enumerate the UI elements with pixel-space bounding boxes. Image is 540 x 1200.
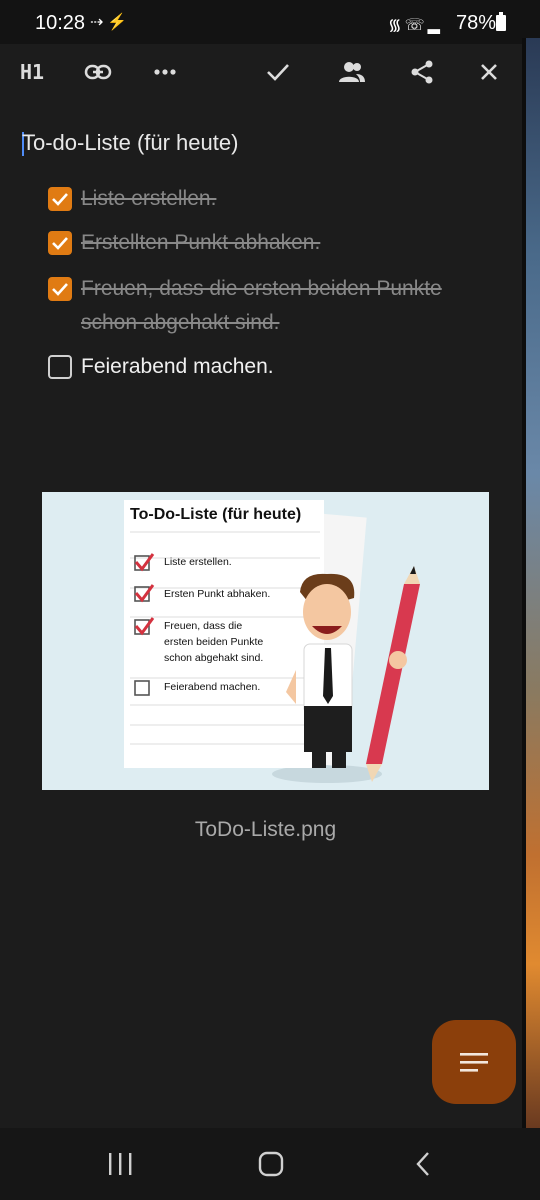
home-icon[interactable]: [246, 1146, 296, 1182]
unchecked-checkbox-icon[interactable]: [48, 355, 72, 379]
status-bar: 10:28 ⇢⚡ ᯾☏▂ 78%: [0, 0, 540, 44]
image-caption: ToDo-Liste.png: [194, 818, 337, 841]
battery-icon: [496, 12, 506, 31]
checked-checkbox-icon[interactable]: [48, 231, 72, 255]
more-icon[interactable]: [145, 54, 185, 90]
back-icon[interactable]: [398, 1146, 448, 1182]
link-icon[interactable]: [78, 54, 118, 90]
recent-apps-icon[interactable]: [95, 1146, 145, 1182]
image-item-text: ersten beiden Punkte: [164, 636, 264, 648]
todo-item-text: Feierabend machen.: [81, 355, 274, 378]
image-item-text: Ersten Punkt abhaken.: [164, 588, 271, 600]
status-time: 10:28: [35, 12, 86, 34]
heading-button[interactable]: H1: [12, 54, 52, 90]
wifi-icon: ᯾: [388, 17, 405, 34]
close-icon[interactable]: [469, 54, 509, 90]
image-title: To-Do-Liste (für heute): [130, 506, 302, 523]
todo-item-text: Liste erstellen.: [81, 187, 217, 210]
share-people-icon[interactable]: [332, 54, 372, 90]
editor-toolbar: H1: [0, 44, 520, 100]
image-item-text: Freuen, dass die: [164, 620, 243, 632]
todo-list-image[interactable]: To-Do-Liste (für heute) Liste erstellen.…: [42, 492, 489, 790]
image-item-text: Liste erstellen.: [164, 556, 232, 568]
todo-item[interactable]: Liste erstellen.: [48, 182, 478, 216]
todo-item[interactable]: Feierabend machen.: [48, 350, 478, 384]
todo-item-text: Erstellten Punkt abhaken.: [81, 231, 321, 254]
checked-checkbox-icon[interactable]: [48, 277, 72, 301]
image-item-text: Feierabend machen.: [164, 681, 261, 693]
note-title[interactable]: To-do-Liste (für heute): [22, 130, 238, 156]
check-icon[interactable]: [258, 54, 298, 90]
todo-item[interactable]: Erstellten Punkt abhaken.: [48, 226, 478, 260]
system-navigation-bar: [0, 1128, 540, 1200]
format-lines-icon: [460, 1053, 488, 1072]
todo-item[interactable]: Freuen, dass die ersten beiden Punkte sc…: [48, 272, 478, 340]
checked-checkbox-icon[interactable]: [48, 187, 72, 211]
status-icons-right: ᯾☏▂: [388, 13, 443, 35]
bolt-icon: ⚡: [107, 14, 132, 31]
data-saver-icon: ⇢: [90, 14, 108, 31]
format-fab-button[interactable]: [432, 1020, 516, 1104]
todo-item-text: Freuen, dass die ersten beiden Punkte sc…: [81, 277, 442, 334]
signal-icon: ▂: [427, 17, 443, 34]
status-icons-left: ⇢⚡: [90, 12, 131, 32]
image-item-text: schon abgehakt sind.: [164, 652, 264, 664]
wifi-call-icon: ☏: [404, 17, 428, 34]
background-wallpaper-strip: [522, 38, 540, 1128]
battery-percent: 78%: [456, 12, 497, 34]
share-icon[interactable]: [402, 54, 442, 90]
